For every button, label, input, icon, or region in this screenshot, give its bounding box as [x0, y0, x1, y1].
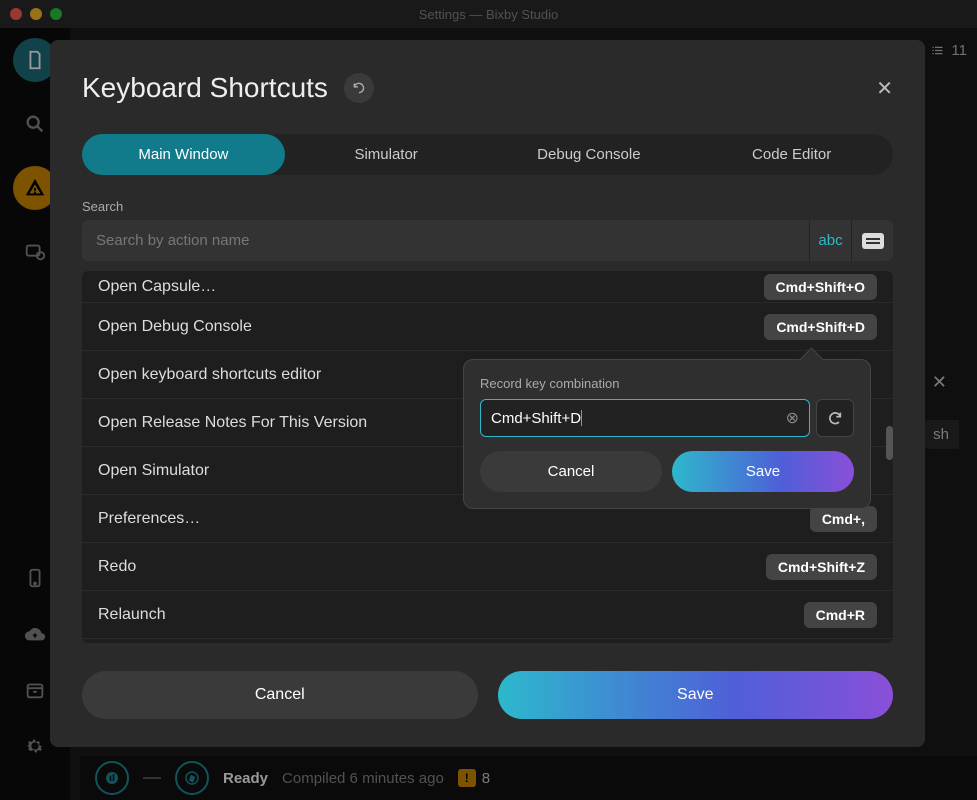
popover-label: Record key combination — [480, 376, 854, 391]
tabs: Main Window Simulator Debug Console Code… — [82, 134, 893, 175]
popover-save-button[interactable]: Save — [672, 451, 854, 492]
shortcut-action: Relaunch — [98, 606, 166, 624]
list-item[interactable]: Relaunch Cmd+R — [82, 591, 893, 639]
search-label: Search — [82, 199, 893, 214]
shortcut-key[interactable]: Cmd+Shift+D — [764, 314, 877, 340]
modal-cancel-button[interactable]: Cancel — [82, 671, 478, 719]
shortcut-action: Open keyboard shortcuts editor — [98, 366, 321, 384]
shortcut-key[interactable]: Cmd+, — [810, 506, 877, 532]
key-combination-input[interactable]: Cmd+Shift+D ⊗ — [480, 399, 810, 437]
modal-title: Keyboard Shortcuts — [82, 72, 328, 104]
tab-debug-console[interactable]: Debug Console — [488, 134, 691, 175]
reset-combination-button[interactable] — [816, 399, 854, 437]
search-mode-text-button[interactable]: abc — [809, 220, 851, 261]
search-input[interactable] — [82, 220, 809, 261]
close-icon[interactable]: ✕ — [876, 76, 893, 101]
keyboard-icon — [862, 233, 884, 249]
tab-code-editor[interactable]: Code Editor — [690, 134, 893, 175]
scrollbar-thumb[interactable] — [886, 426, 893, 460]
record-combination-popover: Record key combination Cmd+Shift+D ⊗ Can… — [463, 359, 871, 509]
shortcut-key[interactable]: Cmd+Shift+O — [764, 274, 877, 300]
shortcut-key[interactable]: Cmd+Shift+Z — [766, 554, 877, 580]
shortcut-key[interactable]: Cmd+R — [804, 602, 877, 628]
shortcut-action: Preferences… — [98, 510, 200, 528]
tab-simulator[interactable]: Simulator — [285, 134, 488, 175]
popover-cancel-button[interactable]: Cancel — [480, 451, 662, 492]
keyboard-shortcuts-modal: Keyboard Shortcuts ✕ Main Window Simulat… — [50, 40, 925, 747]
shortcut-action: Open Simulator — [98, 462, 209, 480]
modal-save-button[interactable]: Save — [498, 671, 894, 719]
clear-input-icon[interactable]: ⊗ — [786, 408, 799, 428]
shortcut-action: Open Debug Console — [98, 318, 252, 336]
shortcut-list: Open Capsule… Cmd+Shift+O Open Debug Con… — [82, 271, 893, 643]
shortcut-action: Redo — [98, 558, 136, 576]
list-item[interactable]: Open Debug Console Cmd+Shift+D — [82, 303, 893, 351]
tab-main-window[interactable]: Main Window — [82, 134, 285, 175]
shortcut-action: Open Release Notes For This Version — [98, 414, 367, 432]
search-mode-keyboard-button[interactable] — [851, 220, 893, 261]
reset-shortcuts-button[interactable] — [344, 73, 374, 103]
shortcut-action: Open Capsule… — [98, 278, 216, 296]
list-item[interactable]: Redo Cmd+Shift+Z — [82, 543, 893, 591]
list-item[interactable]: Open Capsule… Cmd+Shift+O — [82, 271, 893, 303]
